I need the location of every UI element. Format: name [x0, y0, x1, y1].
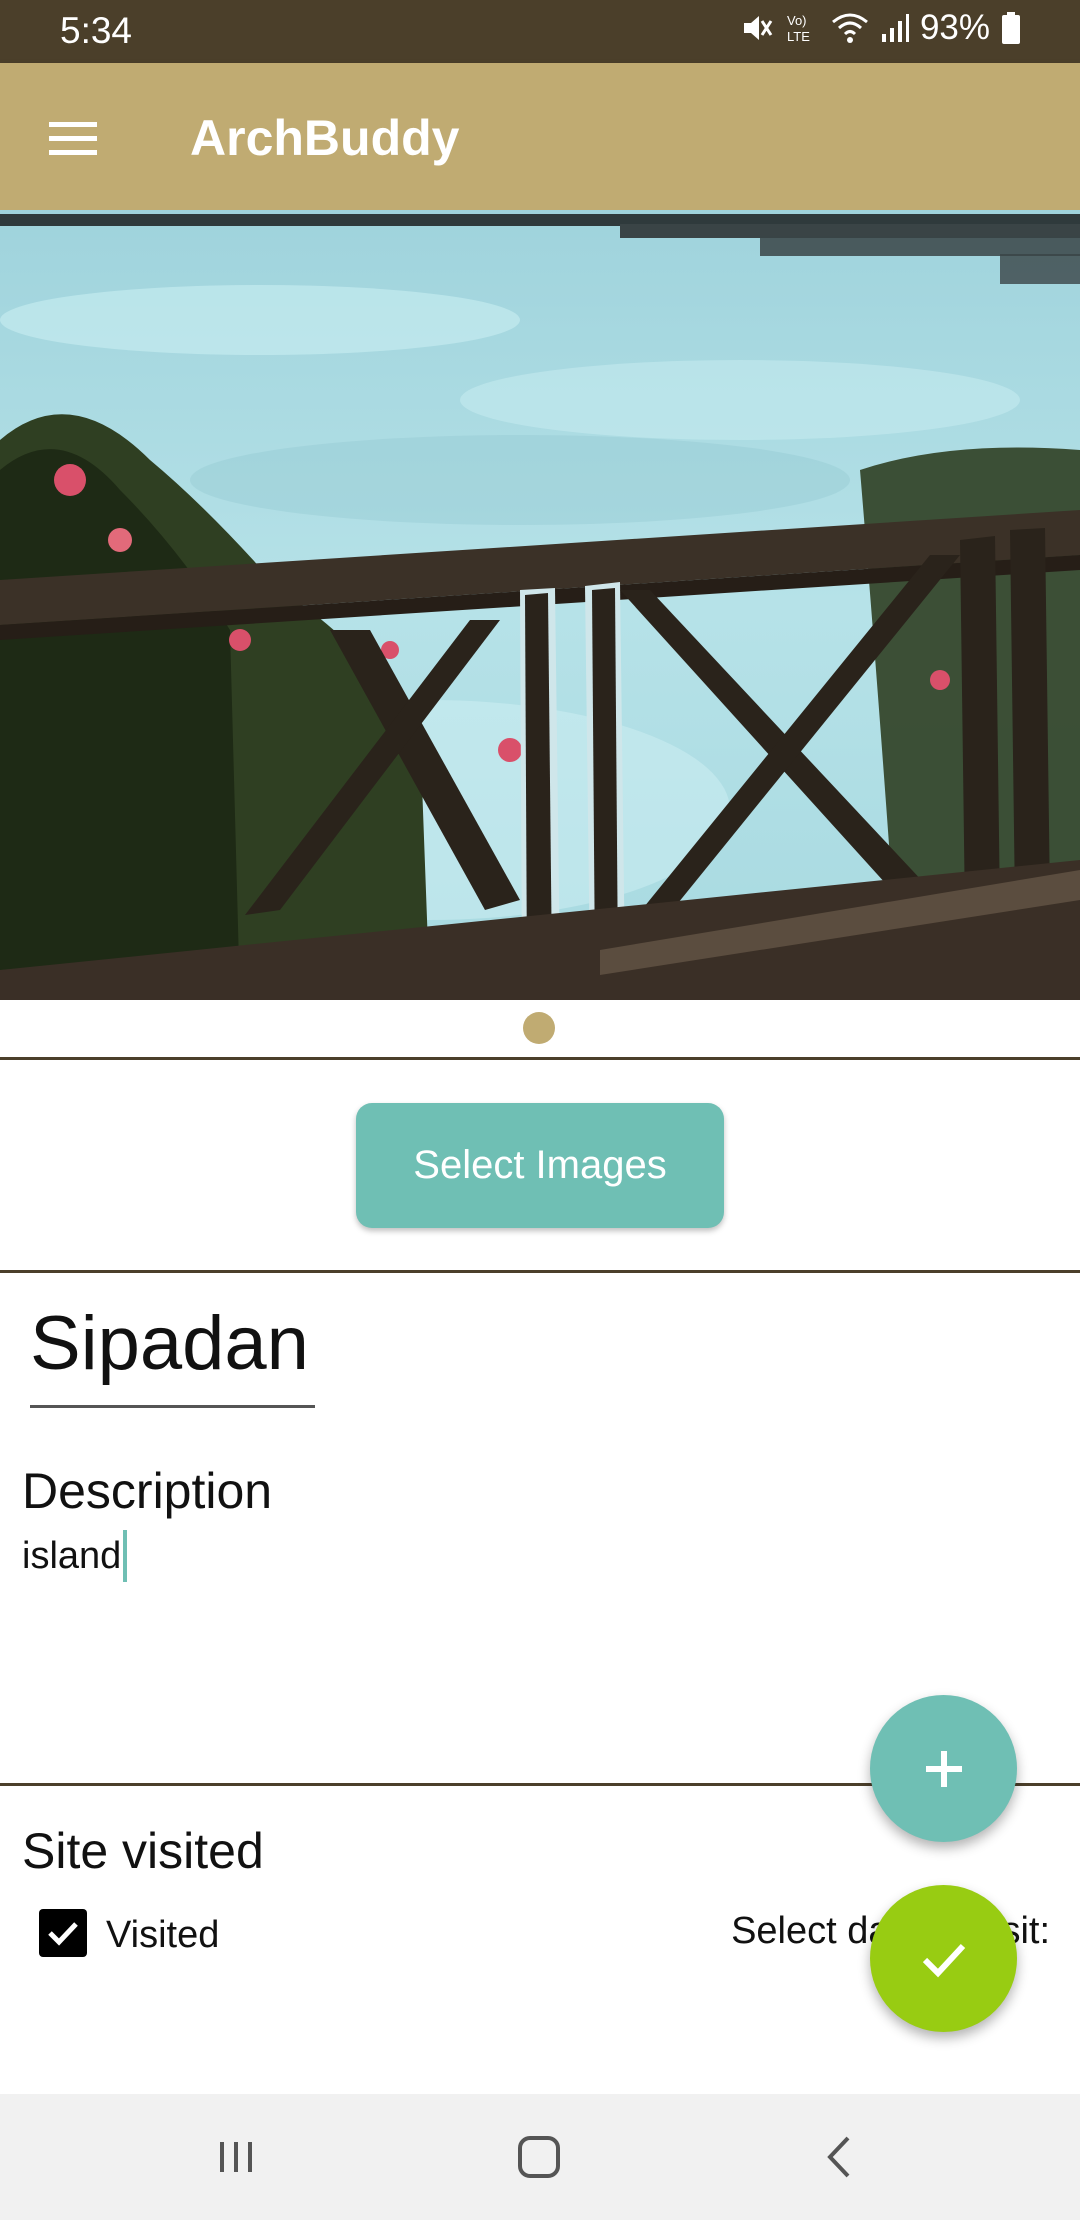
wifi-icon: [830, 10, 870, 46]
status-bar: 5:34 Vo) LTE 93%: [0, 0, 1080, 63]
add-fab-button[interactable]: [870, 1695, 1017, 1842]
plus-icon: [925, 1750, 962, 1787]
battery-icon: [1000, 10, 1022, 46]
site-photo: [0, 210, 1080, 1000]
checkmark-icon: [48, 1922, 78, 1946]
app-title: ArchBuddy: [190, 110, 460, 166]
app-bar: ArchBuddy: [0, 63, 1080, 210]
home-icon[interactable]: [506, 2124, 572, 2190]
site-image-gallery[interactable]: [0, 210, 1080, 1000]
signal-icon: [880, 10, 910, 46]
text-cursor: [123, 1530, 128, 1582]
divider: [0, 1057, 1080, 1060]
site-title-field[interactable]: Sipadan: [30, 1300, 315, 1408]
visited-checkbox[interactable]: [39, 1909, 87, 1957]
site-visited-label: Site visited: [22, 1823, 264, 1879]
hamburger-menu-icon[interactable]: [30, 103, 116, 173]
description-label: Description: [22, 1463, 273, 1519]
battery-percent: 93%: [919, 8, 990, 47]
back-icon[interactable]: [808, 2124, 874, 2190]
description-field[interactable]: island: [22, 1530, 128, 1582]
status-icons: Vo) LTE 93%: [738, 8, 1022, 48]
status-time: 5:34: [60, 10, 133, 51]
divider: [0, 1270, 1080, 1273]
recents-icon[interactable]: [203, 2124, 269, 2190]
svg-text:Vo): Vo): [787, 13, 807, 28]
svg-text:LTE: LTE: [787, 29, 810, 44]
check-icon: [922, 1943, 965, 1977]
volte-icon: Vo) LTE: [784, 10, 820, 46]
visited-checkbox-label[interactable]: Visited: [106, 1914, 219, 1957]
save-fab-button[interactable]: [870, 1885, 1017, 2032]
gallery-page-indicator: [523, 1012, 555, 1044]
mute-icon: [738, 10, 774, 46]
system-navigation-bar: [0, 2094, 1080, 2220]
select-images-button[interactable]: Select Images: [356, 1103, 724, 1228]
description-text: island: [22, 1534, 122, 1577]
